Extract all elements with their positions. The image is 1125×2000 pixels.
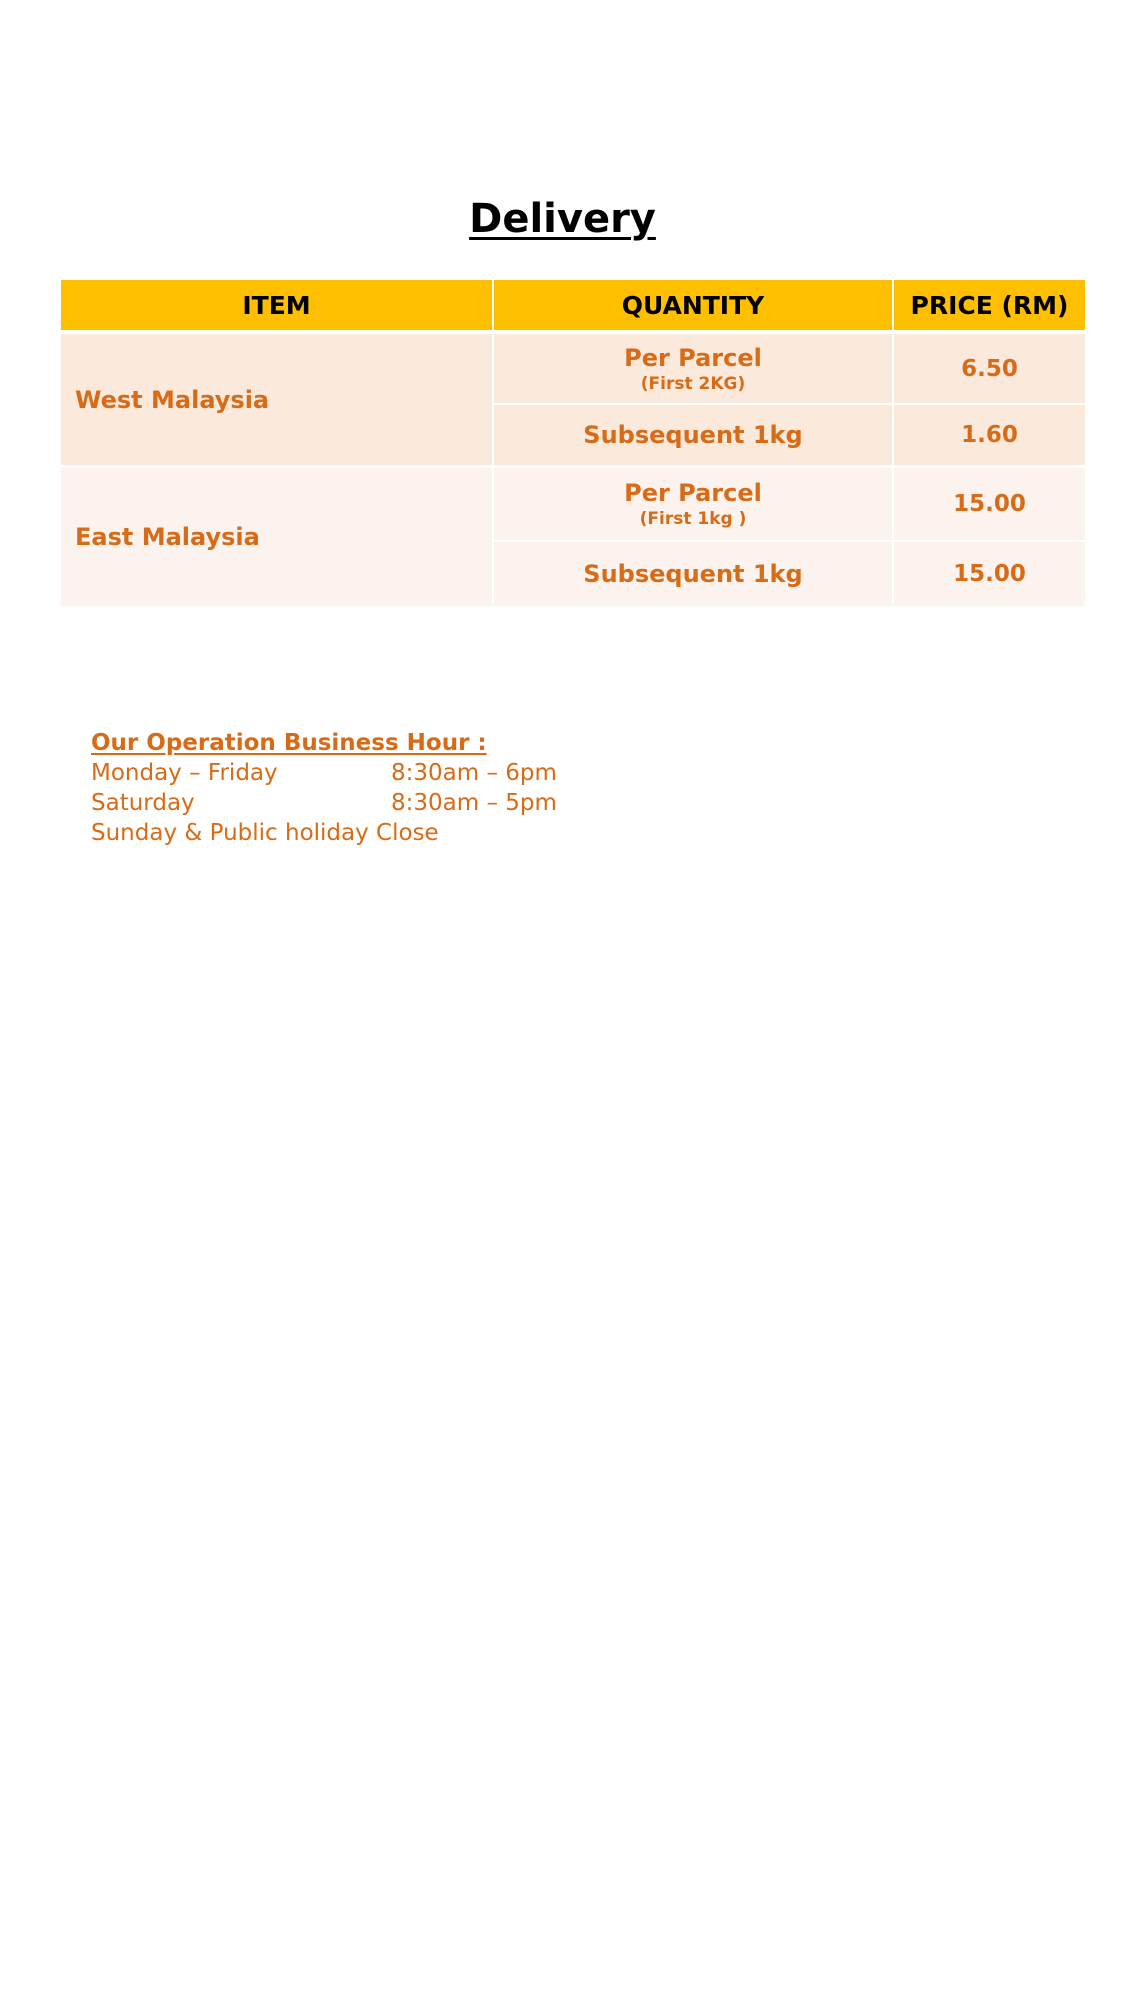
hours-row: Sunday & Public holiday Close <box>91 818 557 848</box>
region-cell-east: East Malaysia <box>61 468 492 606</box>
header-price-label: PRICE (RM) <box>910 290 1069 320</box>
header-item-label: ITEM <box>242 290 311 320</box>
hours-day: Sunday & Public holiday <box>91 820 369 846</box>
hours-time: 8:30am – 6pm <box>391 760 557 786</box>
header-item: ITEM <box>61 280 492 330</box>
hours-day: Monday – Friday <box>91 760 278 786</box>
page-title: Delivery <box>469 196 656 242</box>
quantity-label: Per Parcel <box>624 479 762 507</box>
price-cell: 15.00 <box>894 542 1085 606</box>
delivery-table: ITEM QUANTITY PRICE (RM) West Malaysia P… <box>61 280 1085 606</box>
quantity-label: Per Parcel <box>624 343 762 372</box>
hours-time: 8:30am – 5pm <box>391 790 557 816</box>
quantity-cell: Per Parcel (First 2KG) <box>494 334 892 403</box>
hours-separator <box>369 818 376 848</box>
price-value: 15.00 <box>953 561 1026 587</box>
price-cell: 1.60 <box>894 405 1085 465</box>
hours-time: Close <box>376 820 439 846</box>
price-value: 1.60 <box>961 422 1018 448</box>
quantity-cell: Per Parcel (First 1kg ) <box>494 468 892 540</box>
header-quantity-label: QUANTITY <box>621 290 765 320</box>
quantity-label: Subsequent 1kg <box>583 421 803 449</box>
business-hours-title: Our Operation Business Hour : <box>91 730 487 756</box>
quantity-cell: Subsequent 1kg <box>494 405 892 465</box>
hours-row: Monday – Friday 8:30am – 6pm <box>91 758 557 788</box>
header-quantity: QUANTITY <box>494 280 892 330</box>
quantity-note: (First 2KG) <box>640 373 746 394</box>
region-label: West Malaysia <box>75 385 270 414</box>
price-cell: 15.00 <box>894 468 1085 540</box>
price-cell: 6.50 <box>894 334 1085 403</box>
region-cell-west: West Malaysia <box>61 334 492 465</box>
price-value: 6.50 <box>961 355 1018 382</box>
quantity-note: (First 1kg ) <box>639 509 747 529</box>
hours-day: Saturday <box>91 790 195 816</box>
price-value: 15.00 <box>953 491 1026 517</box>
region-label: East Malaysia <box>75 523 260 551</box>
quantity-label: Subsequent 1kg <box>583 560 803 588</box>
business-hours: Our Operation Business Hour : Monday – F… <box>91 728 557 848</box>
quantity-cell: Subsequent 1kg <box>494 542 892 606</box>
hours-row: Saturday 8:30am – 5pm <box>91 788 557 818</box>
header-price: PRICE (RM) <box>894 280 1085 330</box>
